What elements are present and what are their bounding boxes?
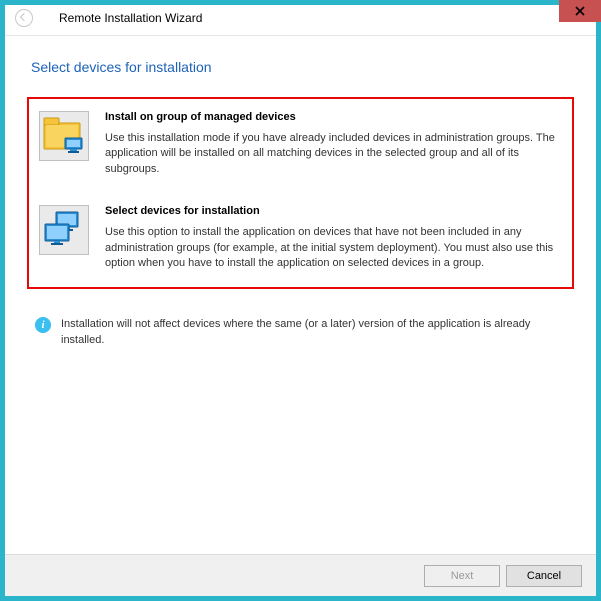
option-desc: Use this installation mode if you have a…: [105, 131, 562, 177]
close-icon: [575, 6, 585, 16]
window-frame: Remote Installation Wizard Select device…: [0, 0, 601, 601]
info-row: i Installation will not affect devices w…: [27, 317, 574, 348]
cancel-button[interactable]: Cancel: [506, 565, 582, 587]
option-install-group[interactable]: Install on group of managed devices Use …: [39, 111, 562, 177]
info-icon: i: [35, 317, 51, 333]
close-button[interactable]: [559, 0, 601, 22]
options-group: Install on group of managed devices Use …: [27, 97, 574, 289]
back-button[interactable]: [15, 9, 33, 27]
option-title: Install on group of managed devices: [105, 111, 562, 123]
header-divider: [5, 35, 596, 36]
next-button: Next: [424, 565, 500, 587]
option-text: Select devices for installation Use this…: [105, 205, 562, 271]
devices-icon: [39, 205, 89, 255]
folder-group-icon: [39, 111, 89, 161]
option-title: Select devices for installation: [105, 205, 562, 217]
option-desc: Use this option to install the applicati…: [105, 225, 562, 271]
page-title: Select devices for installation: [27, 59, 574, 75]
footer: Next Cancel: [5, 554, 596, 596]
content-area: Select devices for installation Inst: [5, 37, 596, 554]
window-title: Remote Installation Wizard: [59, 11, 202, 25]
option-text: Install on group of managed devices Use …: [105, 111, 562, 177]
info-text: Installation will not affect devices whe…: [61, 317, 566, 348]
titlebar: Remote Installation Wizard: [5, 5, 596, 31]
option-select-devices[interactable]: Select devices for installation Use this…: [39, 205, 562, 271]
